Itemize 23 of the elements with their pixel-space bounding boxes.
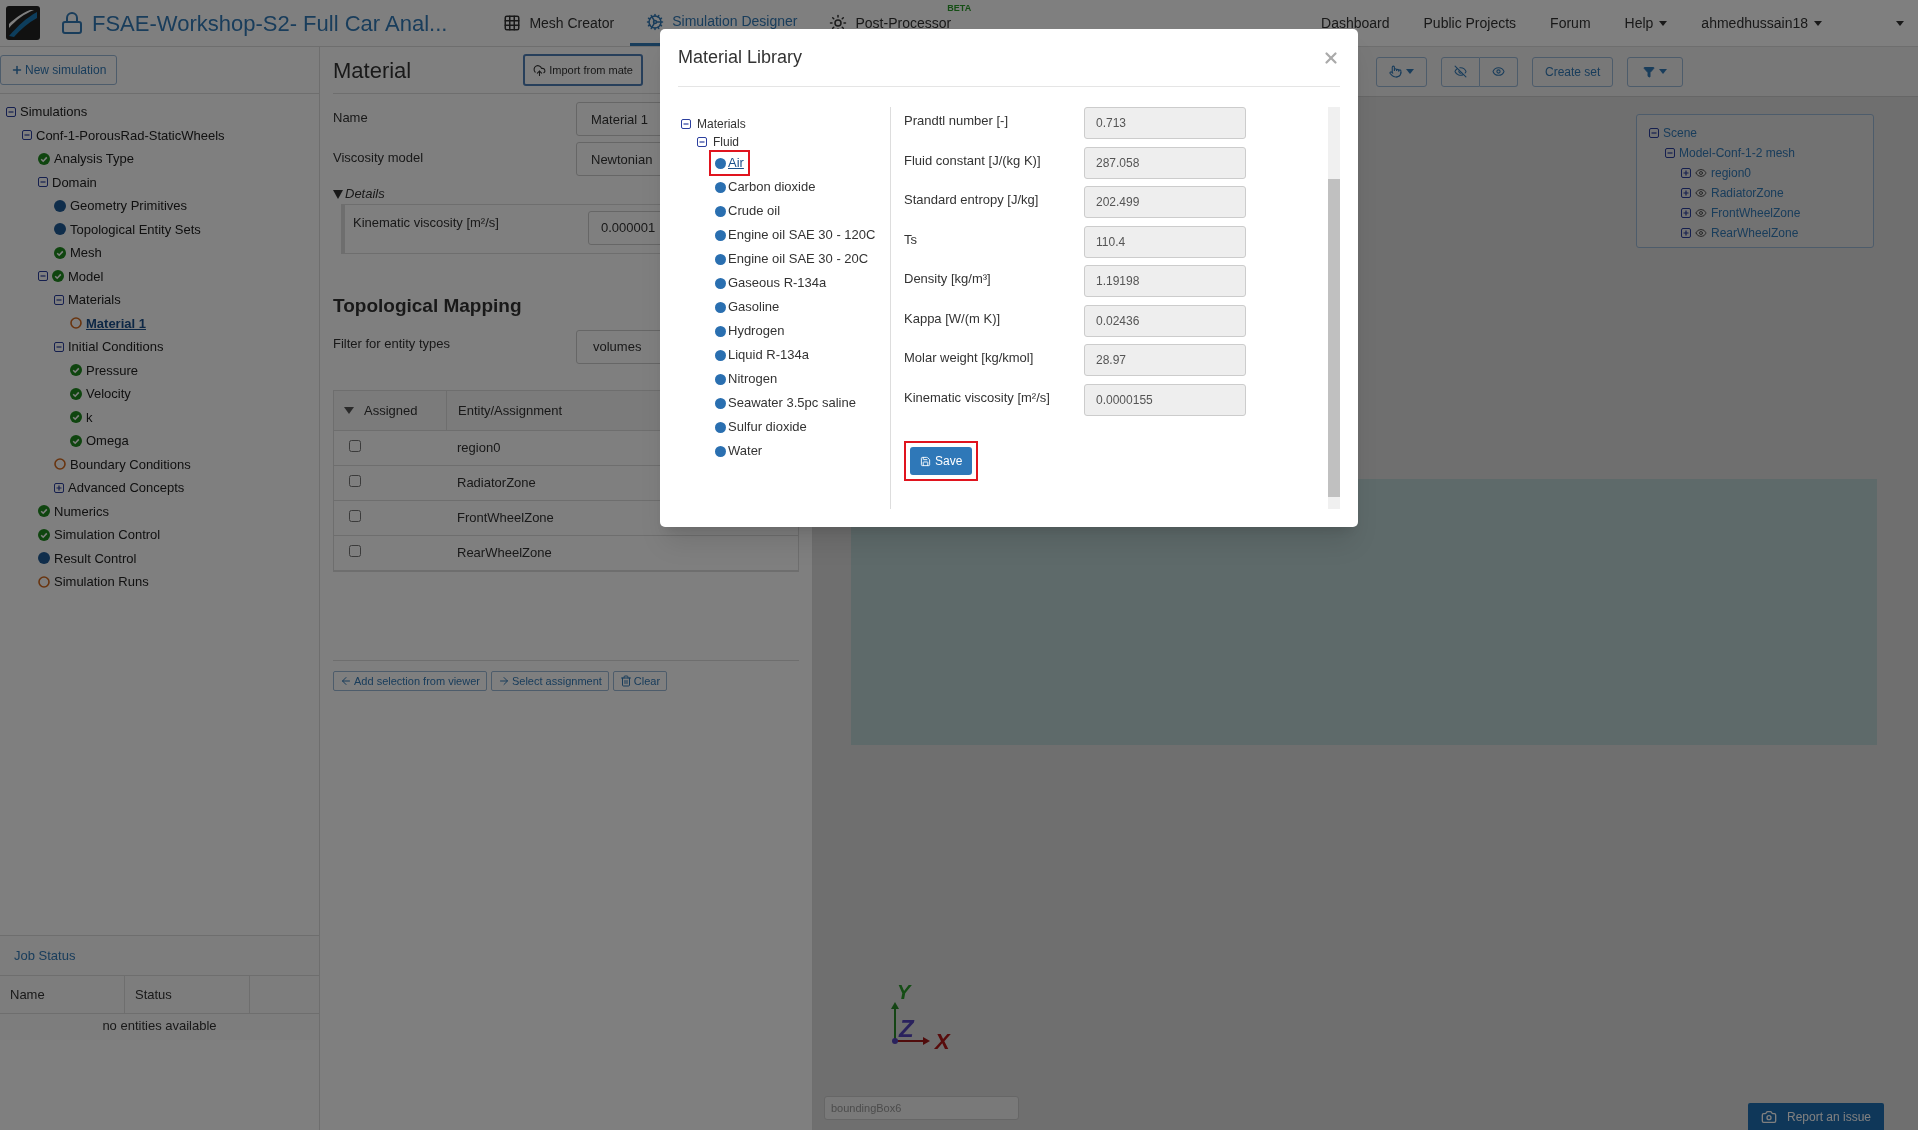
property-label: Ts [904,230,918,249]
table-cell-text: RadiatorZone [456,474,536,493]
field-label: Name [333,109,369,127]
property-label: Density [kg/m³] [904,270,992,288]
section-title: Topological Mapping [333,294,522,316]
field-label: Filter for entity types [333,335,452,353]
panel-title: Material [333,56,412,85]
axes-drawing: Y Z X [885,979,955,1051]
panel-title: Job Status [14,946,76,965]
property-label: Kinematic viscosity [m²/s] [904,388,1051,407]
table-cell-text: RearWheelZone [456,544,552,563]
property-label: Standard entropy [J/kg] [904,191,1040,209]
property-label: Prandtl number [-] [904,112,1010,130]
property-label: Fluid constant [J/(kg K)] [904,151,1042,170]
dialog-title: Material Library [678,46,803,69]
field-label: Viscosity model [333,149,425,167]
empty-message: no entities available [102,1018,217,1033]
table-cell-text: FrontWheelZone [456,509,554,528]
table-cell-text: region0 [456,439,501,458]
property-label: Molar weight [kg/kmol] [904,349,1035,367]
field-label: Kinematic viscosity [m²/s] [353,213,500,232]
property-label: Kappa [W/(m K)] [904,309,1002,328]
beta-label: BETA [947,2,972,15]
